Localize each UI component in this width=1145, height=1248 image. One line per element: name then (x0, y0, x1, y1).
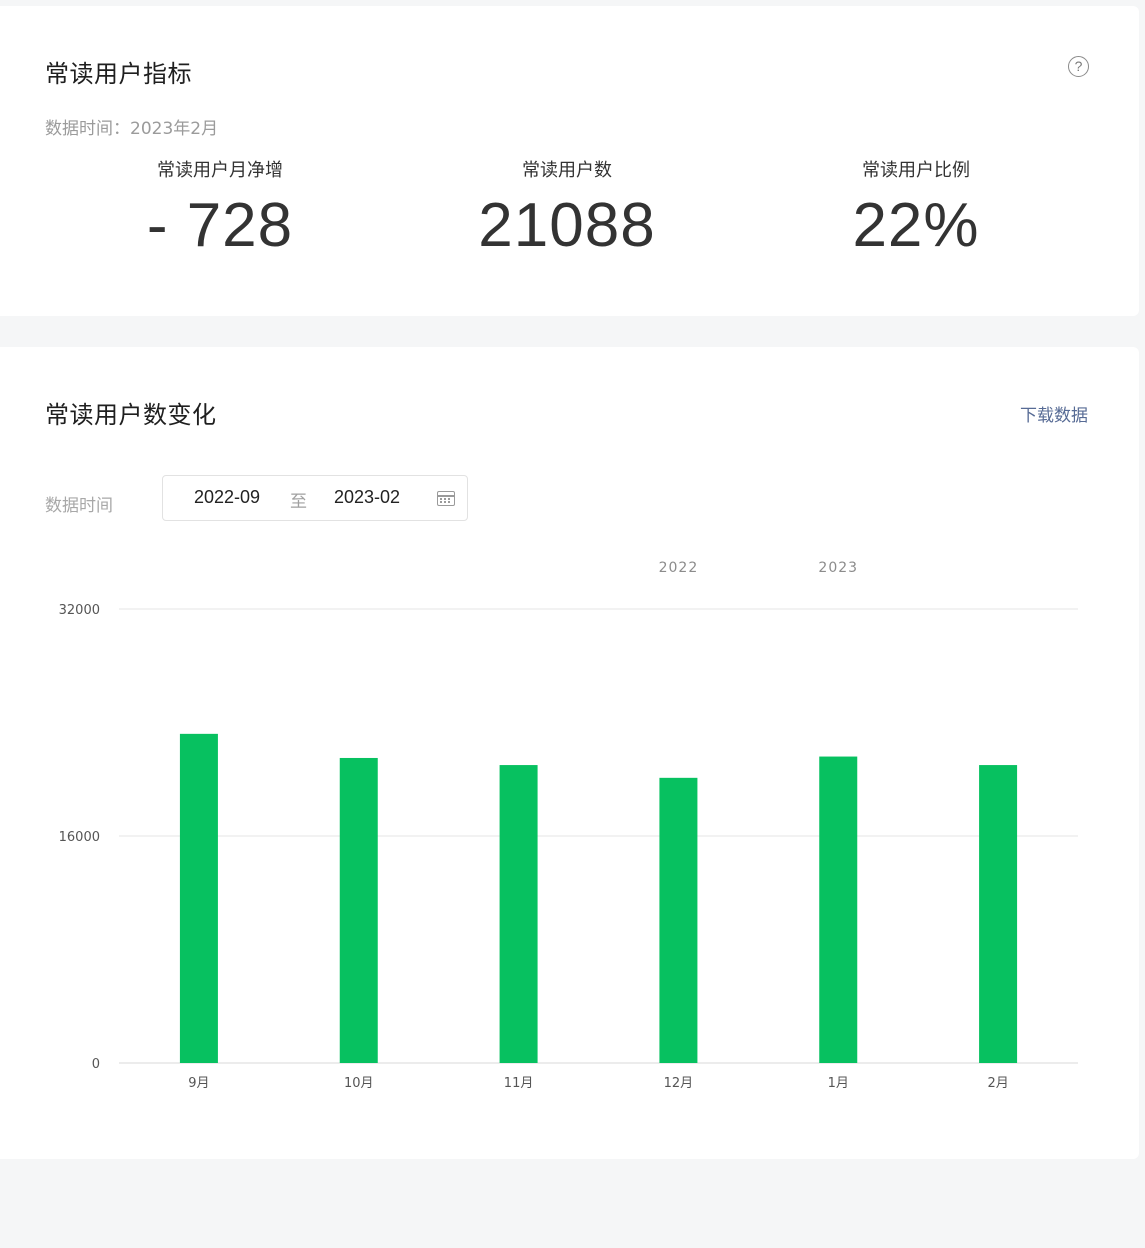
x-tick-label: 9月 (188, 1076, 209, 1091)
metric-reader-ratio: 常读用户比例 22% (766, 158, 1066, 266)
x-tick-label: 11月 (504, 1076, 534, 1091)
x-tick-label: 10月 (344, 1076, 374, 1091)
metric-reader-count: 常读用户数 21088 (417, 158, 717, 266)
metric-label: 常读用户数 (522, 160, 612, 181)
bar (979, 765, 1018, 1063)
metric-net-growth: 常读用户月净增 - 728 (70, 158, 370, 266)
metric-label: 常读用户比例 (862, 160, 970, 181)
metric-value: 21088 (478, 191, 656, 260)
data-time-text: 数据时间：2023年2月 (45, 119, 219, 139)
metric-label: 常读用户月净增 (157, 160, 283, 181)
reader-count-bar-chart: 0 16000 32000 9月 10月 11月 12月 1月 2月 2022 2023 (59, 560, 1078, 1091)
year-label: 2023 (818, 560, 858, 576)
bar (499, 765, 538, 1063)
y-tick-label: 16000 (59, 830, 100, 845)
trend-card: 常读用户数变化 下载数据 数据时间 2022-09 至 2023-02 0 160… (0, 347, 1139, 1159)
year-label: 2022 (659, 560, 699, 576)
metrics-title: 常读用户指标 (45, 60, 192, 88)
metrics-card: 常读用户指标 ? 数据时间：2023年2月 常读用户月净增 - 728 常读用户… (0, 6, 1139, 316)
bar (339, 757, 378, 1063)
metric-value: 22% (852, 191, 980, 260)
x-tick-label: 12月 (664, 1076, 694, 1091)
bar (659, 777, 698, 1063)
y-tick-label: 32000 (59, 603, 100, 618)
question-circle-icon[interactable]: ? (1068, 56, 1089, 77)
bar (179, 733, 218, 1063)
y-tick-label: 0 (92, 1057, 100, 1072)
metric-value: - 728 (146, 191, 294, 260)
x-tick-label: 1月 (828, 1076, 849, 1091)
bar (819, 756, 858, 1063)
x-tick-label: 2月 (987, 1076, 1008, 1091)
